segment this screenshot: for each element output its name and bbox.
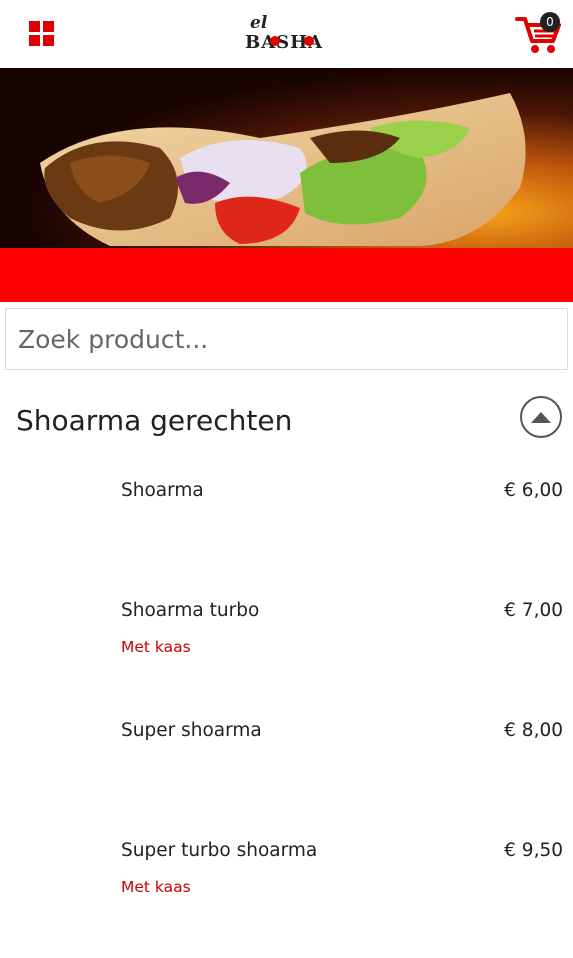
product-item[interactable]: Shoarma turbo € 7,00 Met kaas	[0, 600, 573, 718]
menu-grid-icon[interactable]	[29, 21, 55, 47]
chevron-up-circle-icon[interactable]	[519, 395, 563, 439]
search-input[interactable]	[6, 309, 567, 369]
search-box	[5, 308, 568, 370]
cart-count-badge: 0	[540, 12, 560, 32]
product-price: € 7,00	[504, 600, 563, 621]
product-note: Met kaas	[121, 878, 191, 896]
top-header: el BASHA 0	[0, 0, 573, 68]
product-name: Shoarma turbo	[121, 600, 260, 621]
product-name: Shoarma	[121, 480, 204, 501]
product-name: Super turbo shoarma	[121, 840, 318, 861]
logo-text-el: el	[250, 13, 268, 33]
accent-bar	[0, 248, 573, 302]
hero-banner-image	[0, 68, 573, 248]
product-price: € 9,50	[504, 840, 563, 861]
product-note: Met kaas	[121, 638, 191, 656]
product-item[interactable]: Super turbo shoarma € 9,50 Met kaas	[0, 840, 573, 958]
product-price: € 6,00	[504, 480, 563, 501]
product-price: € 8,00	[504, 720, 563, 741]
product-name: Super shoarma	[121, 720, 262, 741]
product-item[interactable]: Shoarma € 6,00	[0, 480, 573, 598]
logo[interactable]: el BASHA	[205, 10, 330, 60]
product-item[interactable]: Super shoarma € 8,00	[0, 720, 573, 838]
category-title: Shoarma gerechten	[16, 404, 293, 437]
